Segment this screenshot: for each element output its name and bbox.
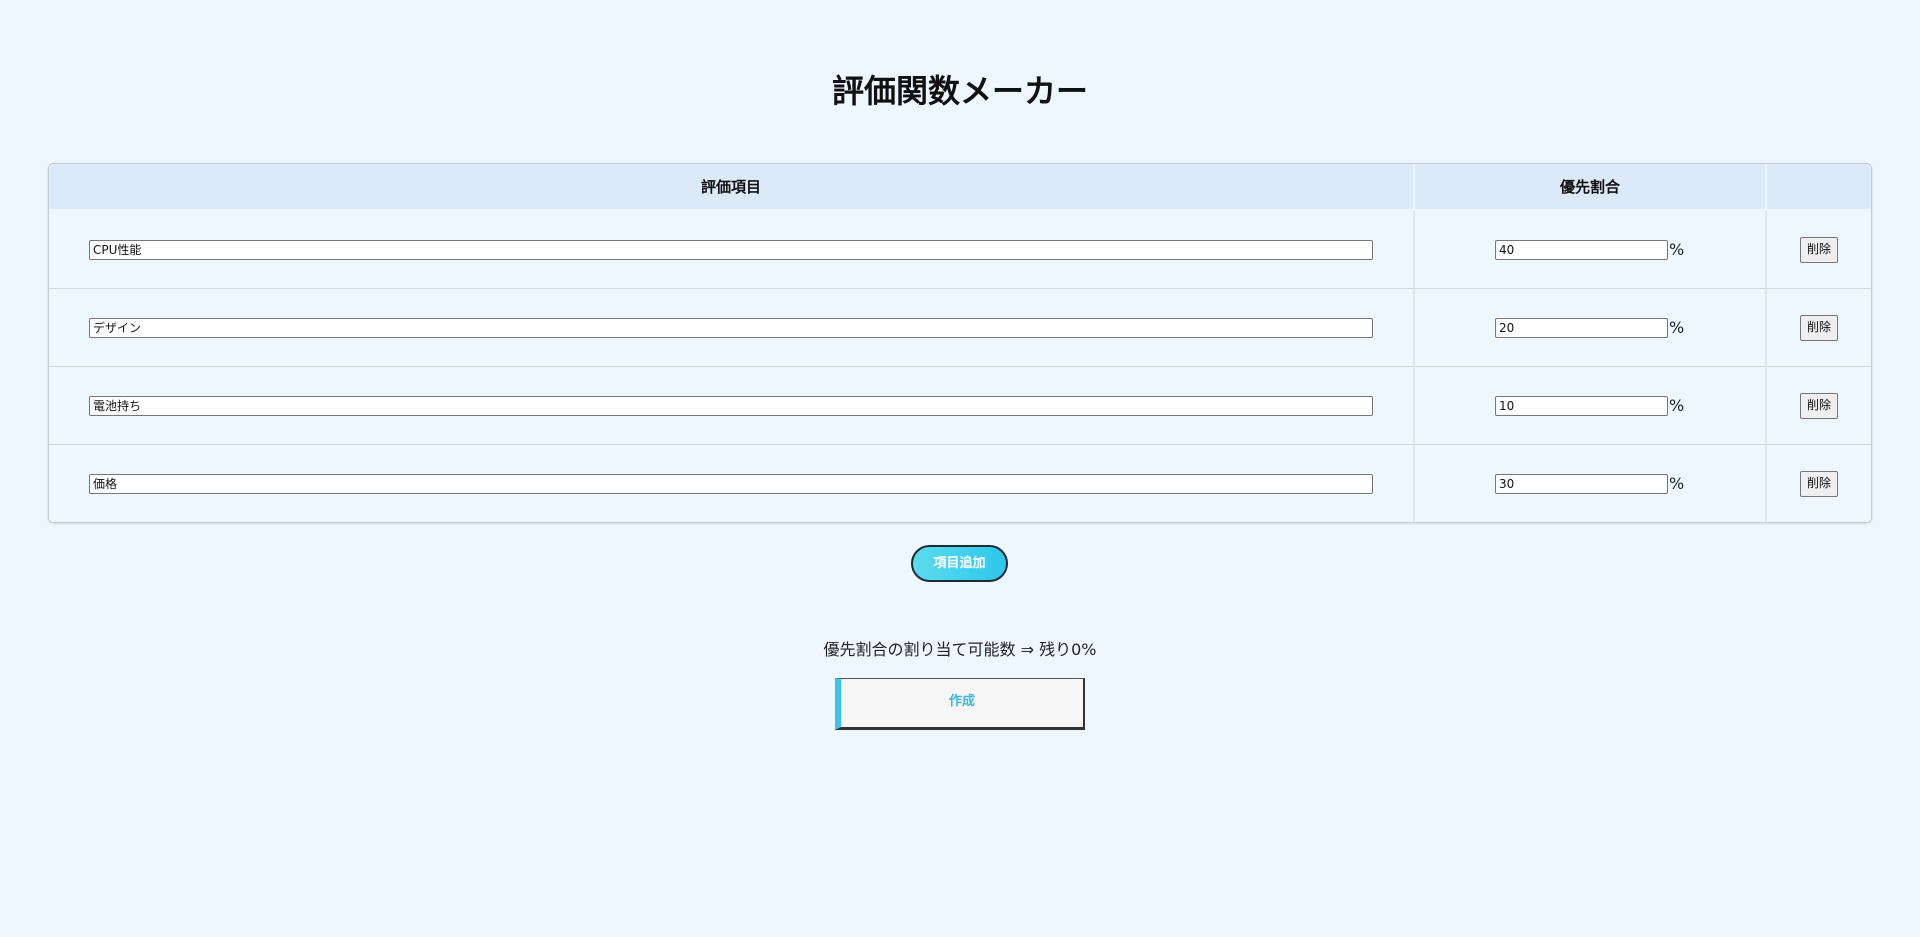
add-item-button[interactable]: 項目追加	[911, 545, 1008, 582]
delete-button[interactable]: 削除	[1799, 470, 1838, 497]
remaining-allocation-text: 優先割合の割り当て可能数 ⇒ 残り0%	[823, 640, 1097, 659]
delete-cell: 削除	[1767, 367, 1871, 445]
item-name-input[interactable]	[89, 317, 1373, 338]
delete-cell: 削除	[1767, 211, 1871, 289]
header-action	[1767, 164, 1871, 211]
table-header-row: 評価項目 優先割合	[49, 164, 1871, 211]
percent-sign: %	[1669, 474, 1685, 493]
items-table: 評価項目 優先割合 %	[49, 164, 1871, 522]
priority-input[interactable]	[1495, 395, 1668, 416]
item-name-cell	[49, 211, 1415, 289]
delete-button[interactable]: 削除	[1799, 392, 1838, 419]
priority-wrap: %	[1495, 239, 1765, 260]
header-item: 評価項目	[49, 164, 1415, 211]
priority-wrap: %	[1495, 395, 1765, 416]
item-name-input[interactable]	[89, 395, 1373, 416]
table-row: % 削除	[49, 445, 1871, 522]
header-priority: 優先割合	[1415, 164, 1767, 211]
page-title: 評価関数メーカー	[831, 72, 1088, 110]
create-button[interactable]: 作成	[835, 678, 1085, 730]
item-name-cell	[49, 367, 1415, 445]
delete-cell: 削除	[1767, 289, 1871, 367]
priority-cell: %	[1415, 289, 1767, 367]
priority-input[interactable]	[1495, 239, 1668, 260]
percent-sign: %	[1669, 396, 1685, 415]
priority-input[interactable]	[1495, 473, 1668, 494]
priority-input[interactable]	[1495, 317, 1668, 338]
table-row: % 削除	[49, 367, 1871, 445]
page: 評価関数メーカー 評価項目 優先割合 CPU性能 40 % 削除 デザイン 20…	[0, 0, 1920, 937]
item-name-cell	[49, 289, 1415, 367]
priority-cell: %	[1415, 211, 1767, 289]
item-name-input[interactable]	[89, 473, 1373, 494]
delete-cell: 削除	[1767, 445, 1871, 522]
priority-cell: %	[1415, 367, 1767, 445]
item-name-input[interactable]	[89, 239, 1373, 260]
priority-wrap: %	[1495, 473, 1765, 494]
percent-sign: %	[1669, 240, 1685, 259]
priority-wrap: %	[1495, 317, 1765, 338]
priority-cell: %	[1415, 445, 1767, 522]
delete-button[interactable]: 削除	[1799, 314, 1838, 341]
percent-sign: %	[1669, 318, 1685, 337]
evaluation-table: 評価項目 優先割合 %	[48, 163, 1872, 523]
table-row: % 削除	[49, 211, 1871, 289]
table-row: % 削除	[49, 289, 1871, 367]
item-name-cell	[49, 445, 1415, 522]
delete-button[interactable]: 削除	[1799, 236, 1838, 263]
